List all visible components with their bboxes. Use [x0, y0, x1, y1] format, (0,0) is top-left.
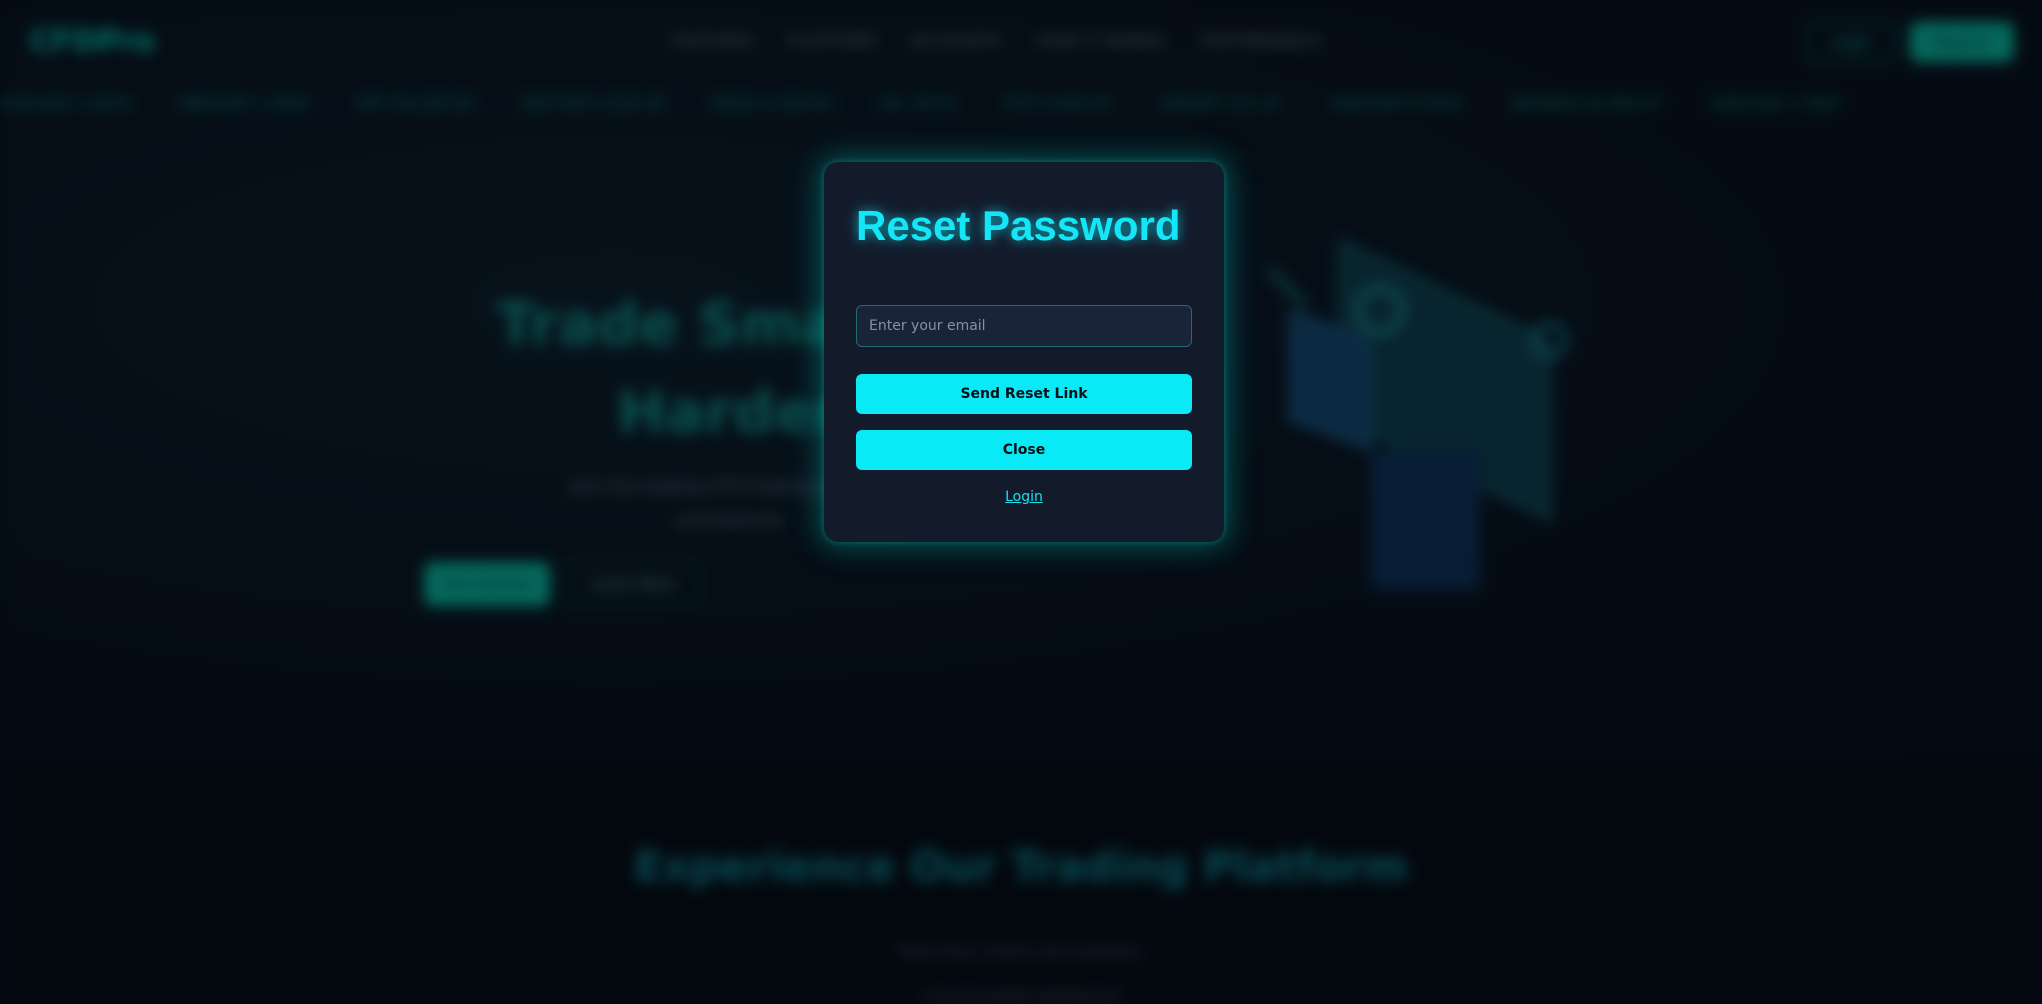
modal-title: Reset Password	[856, 202, 1181, 249]
login-link[interactable]: Login	[824, 489, 1224, 505]
nav-link-how-it-works: HOW IT WORKS	[1036, 32, 1166, 50]
nav-links: FEATURES PLATFORM ACCOUNTS HOW IT WORKS …	[670, 32, 1322, 50]
ticker-item: USD/CAD 1.3587	[1710, 96, 1843, 112]
platform-feature-line: Real-time charts and analytics	[899, 942, 1143, 961]
site-logo: CFDPro	[30, 24, 155, 59]
ticker-item: BTC 64,250.00	[357, 96, 474, 112]
ticker-item: EUR/USD 1.0876	[0, 96, 131, 112]
ticker-item: S&P 500 5,234.18	[521, 96, 664, 112]
platform-illustration	[1268, 238, 1568, 590]
price-ticker: EUR/USD 1.0876 GBP/USD 1.2650 BTC 64,250…	[0, 96, 2042, 122]
top-navbar: CFDPro FEATURES PLATFORM ACCOUNTS HOW IT…	[0, 0, 2042, 84]
nav-login-button: Login	[1806, 22, 1896, 62]
nav-link-platform: PLATFORM	[788, 32, 877, 50]
ticker-item: GBP/USD 1.2650	[178, 96, 310, 112]
nav-link-accounts: ACCOUNTS	[910, 32, 1003, 50]
hero-learn-more-button: Learn More	[566, 562, 700, 606]
nav-register-button: Register	[1910, 22, 2014, 62]
email-input[interactable]	[856, 305, 1192, 347]
ticker-item: OIL 78.52	[880, 96, 957, 112]
platform-section-title: Experience Our Trading Platform	[633, 842, 1409, 891]
reset-password-modal: Reset Password Send Reset Link Close Log…	[824, 162, 1224, 542]
nav-link-testimonials: TESTIMONIALS	[1199, 32, 1322, 50]
ticker-item: AUD/USD 0.6542	[1330, 96, 1463, 112]
ticker-item: USD/JPY 151.32	[1159, 96, 1283, 112]
page: CFDPro FEATURES PLATFORM ACCOUNTS HOW IT…	[0, 0, 2042, 1004]
send-reset-link-button[interactable]: Send Reset Link	[856, 374, 1192, 414]
close-button[interactable]: Close	[856, 430, 1192, 470]
platform-feature-line: Customizable dashboard	[921, 986, 1121, 1004]
ticker-item: NASDAQ 16,384.47	[1510, 96, 1663, 112]
ticker-item: GOLD 2,318.40	[711, 96, 833, 112]
ticker-item: ETH 3,450.20	[1004, 96, 1112, 112]
hero-get-started-button: Get Started	[424, 562, 550, 606]
nav-link-features: FEATURES	[670, 32, 755, 50]
